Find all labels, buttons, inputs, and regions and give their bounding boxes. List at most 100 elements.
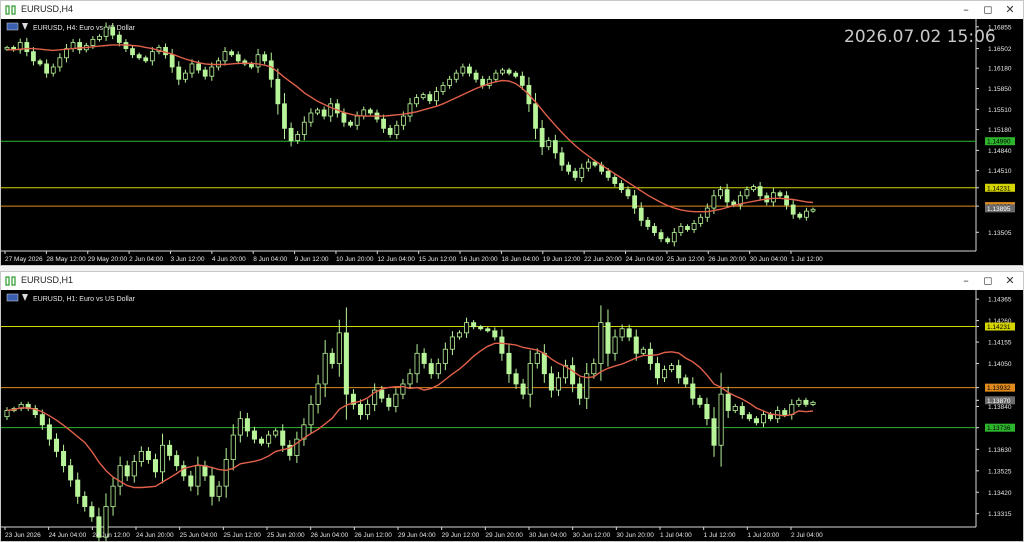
flag-icon (6, 293, 19, 302)
candle-body (90, 38, 96, 46)
candle-body (676, 365, 682, 379)
candle-body (570, 365, 576, 385)
candle-body (295, 134, 301, 142)
candle-body (280, 430, 286, 446)
candle-body (440, 85, 446, 92)
candle-body (442, 348, 448, 364)
candle-body (428, 363, 434, 375)
candle-body (222, 51, 228, 62)
candle-body (167, 444, 173, 456)
close-button[interactable]: ✕ (999, 273, 1021, 289)
x-tick-label: 24 Jun 04:00 (626, 256, 664, 263)
one-click-trading-icon (22, 294, 28, 301)
minimize-button[interactable]: – (955, 2, 977, 18)
candle-body (195, 465, 201, 487)
candle-body (810, 208, 816, 212)
window-titlebar[interactable]: EURUSD,H4 – ◻ ✕ (1, 1, 1023, 19)
close-button[interactable]: ✕ (999, 2, 1021, 18)
candle-body (478, 326, 484, 330)
candle-body (539, 127, 545, 148)
candle-body (131, 461, 137, 477)
x-tick-label: 30 Jun 04:00 (529, 532, 567, 539)
candle-body (328, 103, 334, 117)
chart-window-icon (5, 5, 16, 15)
window-titlebar[interactable]: EURUSD,H1 – ◻ ✕ (1, 272, 1023, 290)
y-tick-label: 1.14050 (988, 361, 1012, 368)
candle-body (268, 60, 274, 80)
candle-body (499, 336, 505, 354)
candle-body (341, 112, 347, 123)
x-tick-label: 10 Jun 20:00 (336, 256, 374, 263)
candle-body (169, 54, 175, 68)
candle-body (632, 195, 638, 209)
candle-body (24, 42, 30, 53)
candle-body (4, 410, 10, 418)
candle-body (605, 170, 611, 178)
candle-body (746, 414, 752, 420)
candle-body (414, 352, 420, 375)
x-tick-label: 26 Jun 12:00 (354, 532, 392, 539)
x-tick-label: 25 Jun 12:00 (667, 256, 705, 263)
candle-body (244, 418, 250, 432)
candle-body (407, 373, 413, 385)
candle-body (394, 124, 400, 135)
minimize-button[interactable]: – (955, 273, 977, 289)
y-tick-label: 1.15180 (988, 127, 1012, 134)
candle-body (152, 459, 158, 473)
candle-body (768, 414, 774, 420)
candle-body (103, 26, 109, 37)
candle-body (493, 72, 499, 80)
candle-body (393, 393, 399, 407)
candle-body (803, 399, 809, 405)
candle-body (777, 192, 783, 197)
candle-body (188, 475, 194, 487)
candle-body (379, 389, 385, 399)
candle-body (354, 115, 360, 126)
chart-area[interactable]: EURUSD, H1: Euro vs US Dollar 1.14365 1.14… (1, 290, 1023, 541)
candle-body (53, 438, 60, 452)
candle-body (464, 322, 470, 334)
x-tick-label: 29 Jun 12:00 (442, 532, 480, 539)
candle-body (797, 213, 803, 218)
window-title: EURUSD,H1 (21, 275, 74, 285)
x-tick-label: 24 Jun 04:00 (49, 532, 87, 539)
maximize-icon[interactable]: ◻ (977, 2, 999, 18)
x-tick-label: 23 Jun 2026 (5, 532, 41, 539)
candle-body (322, 352, 328, 385)
y-tick-label: 1.16180 (988, 66, 1012, 73)
chart-window-h4[interactable]: EURUSD,H4 – ◻ ✕ EURUSD, H4: Euro vs US D… (0, 0, 1024, 266)
chart-window-h1[interactable]: EURUSD,H1 – ◻ ✕ EURUSD, H1: Euro vs US D… (0, 271, 1024, 542)
candle-body (757, 186, 763, 197)
candle-body (44, 63, 50, 74)
x-tick-label: 30 Jun 12:00 (573, 532, 611, 539)
x-tick-label: 28 May 12:00 (46, 256, 86, 263)
candle-body (308, 403, 314, 426)
candle-body (527, 363, 533, 395)
candle-body (625, 189, 631, 197)
y-tick-label: 1.14155 (988, 340, 1012, 347)
candle-body (174, 455, 180, 467)
candle-body (400, 383, 406, 395)
candle-body (61, 450, 67, 467)
candle-body (343, 332, 349, 395)
candle-body (209, 66, 215, 77)
chart-window-icon (5, 276, 16, 286)
candle-body (367, 109, 373, 114)
candle-body (669, 365, 675, 371)
candle-body (421, 352, 427, 364)
candle-body (235, 54, 241, 62)
x-tick-label: 3 Jun 12:00 (170, 256, 204, 263)
candle-body (662, 369, 668, 379)
price-chart[interactable]: EURUSD, H4: Euro vs US Dollar 1.168551.16… (1, 19, 1023, 265)
chart-area[interactable]: EURUSD, H4: Euro vs US Dollar 1.16855 1.16… (1, 19, 1023, 265)
price-chart[interactable]: EURUSD, H1: Euro vs US Dollar 1.14365 1.14… (1, 290, 1023, 541)
x-tick-label: 1 Jul 12:00 (791, 256, 823, 263)
candle-body (645, 219, 651, 227)
candle-body (725, 393, 731, 411)
maximize-icon[interactable]: ◻ (977, 273, 999, 289)
candle-body (541, 352, 547, 375)
candle-body (579, 167, 585, 178)
candle-body (691, 222, 697, 230)
candle-body (732, 406, 738, 411)
y-tick-label: 1.13315 (988, 511, 1012, 518)
